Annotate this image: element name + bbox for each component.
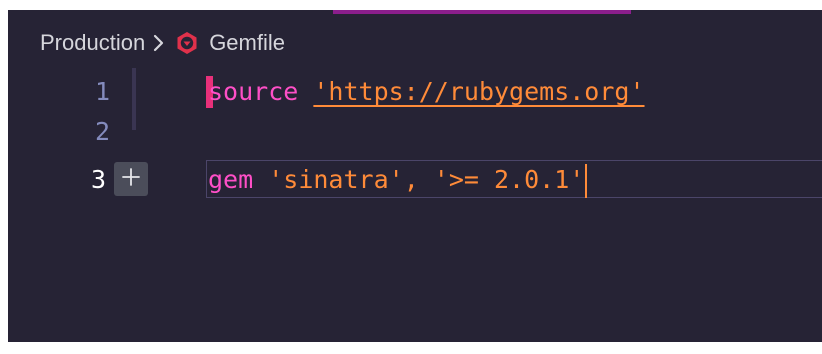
string-url[interactable]: 'https://rubygems.org' bbox=[313, 77, 644, 106]
line-number: 1 bbox=[94, 77, 110, 106]
string-version: '>= 2.0.1' bbox=[433, 165, 585, 194]
ruby-gem-icon bbox=[175, 31, 199, 55]
code-text[interactable]: source 'https://rubygems.org' bbox=[208, 72, 645, 112]
code-line-1[interactable]: 1 source 'https://rubygems.org' bbox=[8, 72, 822, 112]
breadcrumb-file[interactable]: Gemfile bbox=[209, 30, 285, 56]
text-cursor bbox=[585, 164, 588, 198]
active-tab-indicator bbox=[333, 10, 631, 14]
keyword-gem: gem bbox=[208, 165, 254, 194]
comma: , bbox=[403, 165, 434, 194]
plus-icon bbox=[121, 159, 141, 199]
code-editor[interactable]: 1 source 'https://rubygems.org' 2 3 gem … bbox=[8, 68, 822, 328]
string-gem-name: 'sinatra' bbox=[268, 165, 404, 194]
editor-window: Production Gemfile 1 source 'https://rub… bbox=[8, 10, 822, 342]
add-line-button[interactable] bbox=[114, 162, 148, 196]
code-text[interactable]: gem 'sinatra', '>= 2.0.1' bbox=[208, 160, 588, 200]
code-line-3[interactable]: 3 gem 'sinatra', '>= 2.0.1' bbox=[8, 160, 822, 200]
chevron-right-icon bbox=[153, 34, 165, 52]
breadcrumb: Production Gemfile bbox=[40, 28, 285, 58]
line-number: 2 bbox=[94, 117, 110, 146]
code-line-2[interactable]: 2 bbox=[8, 112, 822, 152]
line-number: 3 bbox=[90, 165, 106, 194]
keyword-source: source bbox=[208, 77, 299, 106]
breadcrumb-folder[interactable]: Production bbox=[40, 30, 145, 56]
